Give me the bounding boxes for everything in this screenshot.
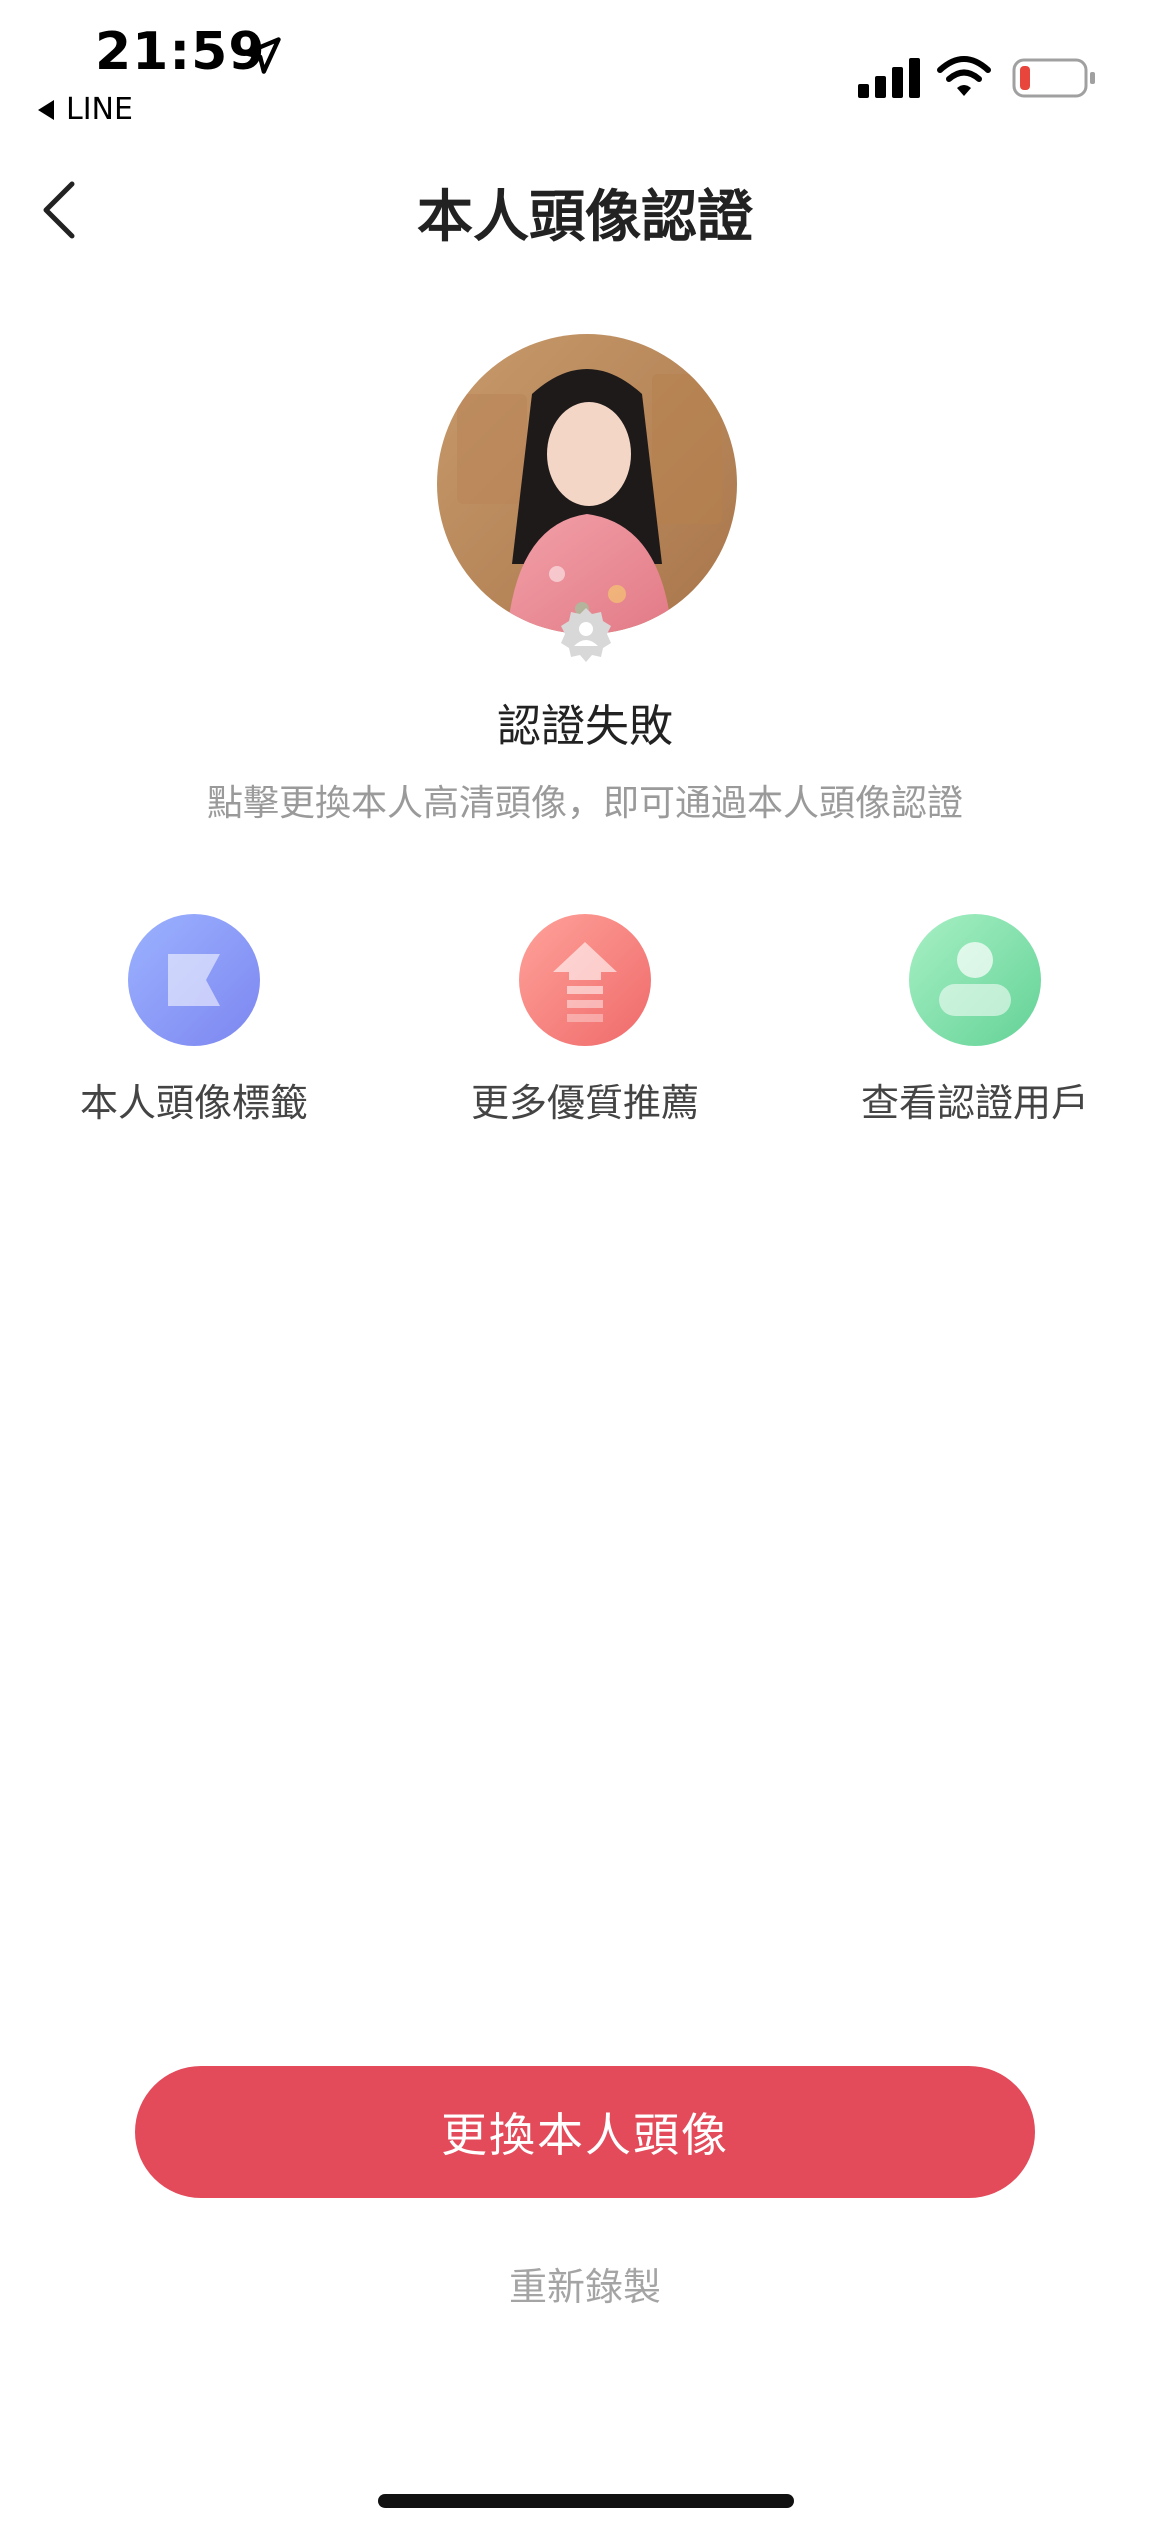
home-indicator[interactable] [378,2494,794,2508]
profile-avatar[interactable] [437,334,737,634]
avatar-photo [437,334,737,634]
feature-avatar-tag[interactable]: 本人頭像標籤 [44,914,344,1127]
feature-more-recommendations[interactable]: 更多優質推薦 [435,914,735,1127]
cellular-signal-icon [858,58,920,98]
feature-label: 查看認證用戶 [860,1081,1089,1125]
battery-low-icon [1012,58,1095,98]
wifi-icon [937,56,991,96]
feature-label: 本人頭像標籤 [79,1081,308,1125]
re-record-link[interactable]: 重新錄製 [0,2256,1170,2311]
location-arrow-icon [243,37,281,74]
back-app-label: LINE [66,92,133,127]
back-triangle-icon [38,99,54,120]
verification-status-description: 點擊更換本人高清頭像，即可通過本人頭像認證 [206,783,963,824]
verification-status-title: 認證失敗 [497,701,673,752]
feature-view-verified-users[interactable]: 查看認證用戶 [825,914,1125,1127]
change-avatar-button[interactable]: 更換本人頭像 [135,2066,1035,2198]
back-to-app-link[interactable]: LINE [38,92,133,127]
up-arrow-icon [519,914,651,1046]
feature-label: 更多優質推薦 [470,1081,699,1125]
person-badge-icon [561,608,611,662]
tag-icon [128,914,260,1046]
person-icon [909,914,1041,1046]
page-title: 本人頭像認證 [417,185,753,250]
